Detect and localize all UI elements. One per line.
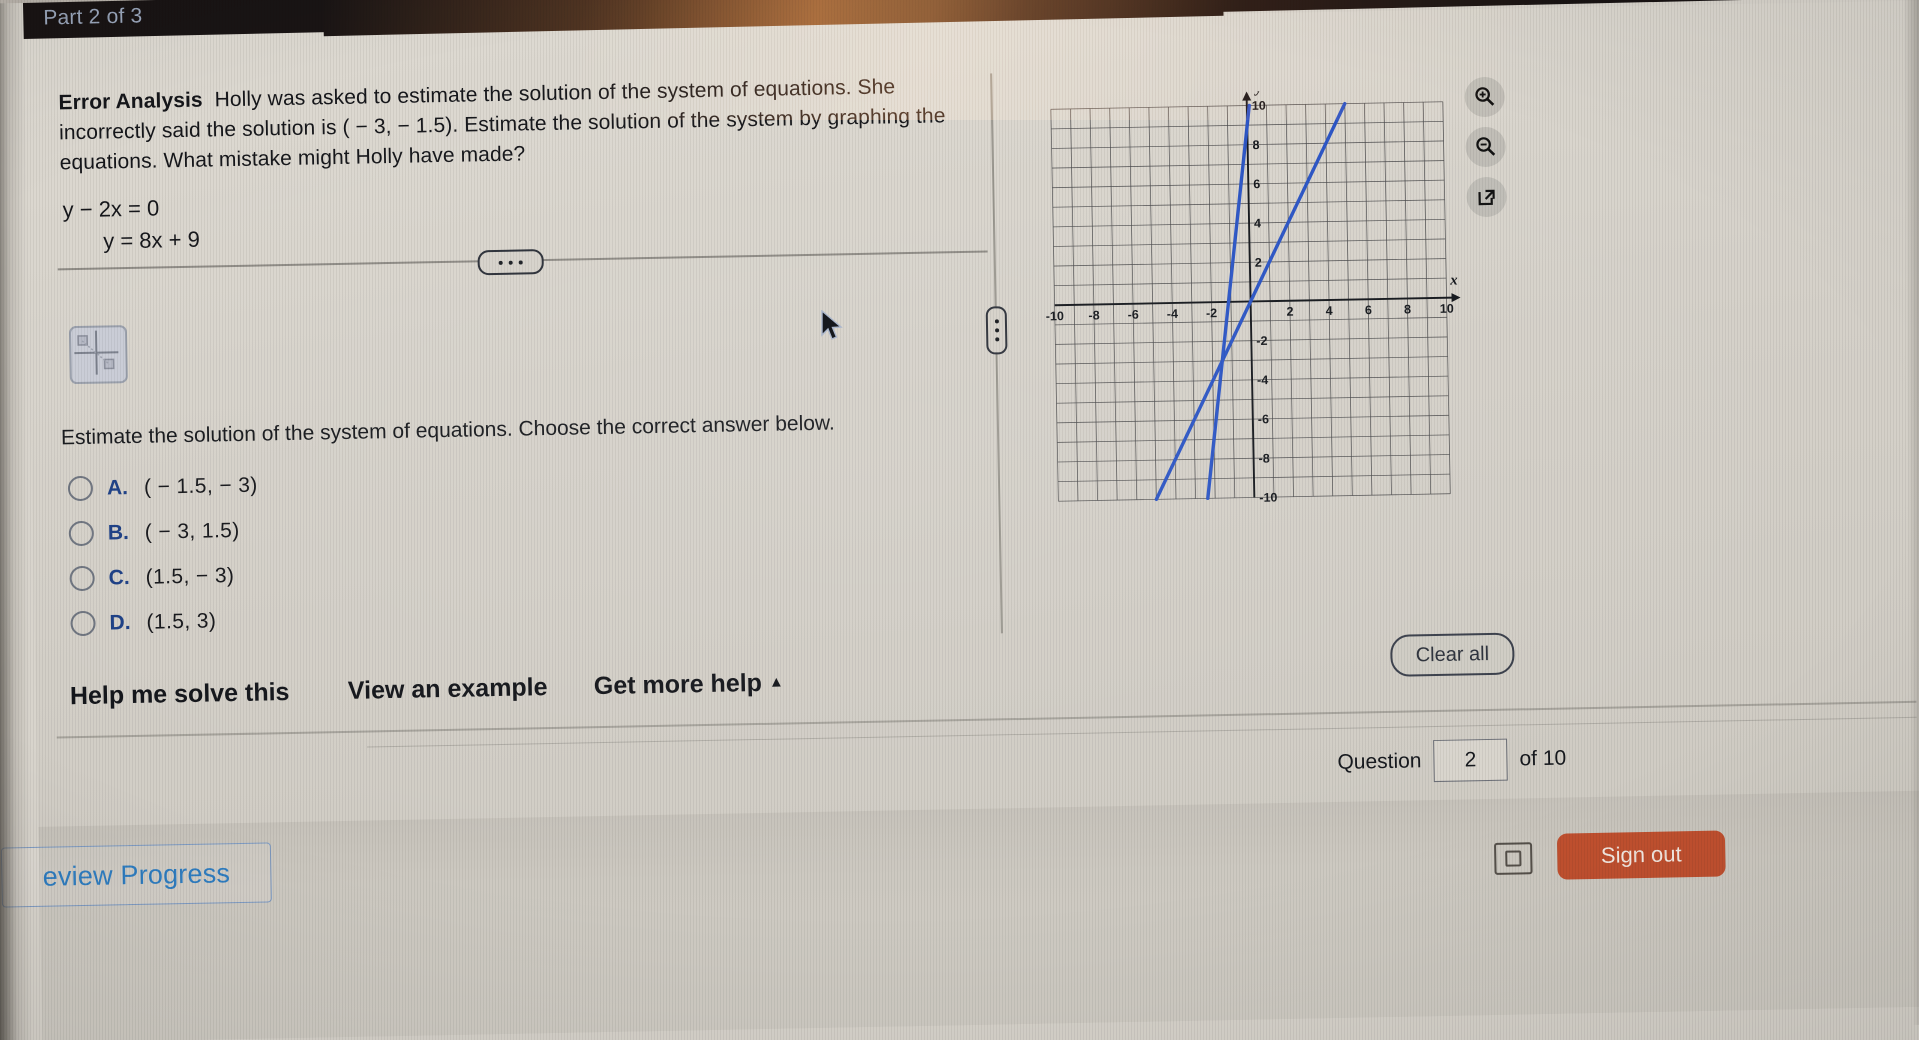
more-options-dots[interactable] bbox=[477, 249, 544, 276]
question-total: of 10 bbox=[1519, 746, 1567, 771]
radio-button-b[interactable] bbox=[68, 520, 95, 547]
graph-icon-svg bbox=[72, 329, 120, 377]
zoom-out-icon[interactable] bbox=[1465, 126, 1507, 168]
problem-label: Error Analysis bbox=[58, 88, 203, 115]
graph-panel: -10 -8 -6 -4 -2 2 4 6 8 10 10 8 6 4 2 -2 -4 -6 -8 -10 y x bbox=[1024, 79, 1503, 538]
x-axis-label: x bbox=[1449, 273, 1458, 289]
y-axis-label: y bbox=[1253, 88, 1262, 97]
problem-statement: Error Analysis Holly was asked to estima… bbox=[58, 70, 991, 258]
x-axis bbox=[1054, 296, 1459, 307]
y-tick-label: 2 bbox=[1255, 256, 1262, 270]
get-more-help-link[interactable]: Get more help ▲ bbox=[594, 669, 784, 702]
option-a-value: ( − 1.5, − 3) bbox=[143, 473, 258, 499]
footer-rule bbox=[56, 700, 1917, 739]
y-tick-label: -4 bbox=[1257, 373, 1268, 387]
y-tick-label: -2 bbox=[1256, 334, 1267, 348]
answer-prompt: Estimate the solution of the system of e… bbox=[60, 411, 835, 450]
option-b[interactable]: B. ( − 3, 1.5) bbox=[68, 518, 240, 547]
view-an-example-link[interactable]: View an example bbox=[348, 673, 548, 706]
y-tick-label: 8 bbox=[1252, 138, 1259, 152]
option-c[interactable]: C. (1.5, − 3) bbox=[69, 563, 235, 592]
radio-button-d[interactable] bbox=[70, 610, 96, 637]
monitor-screen: Part 2 of 3 Nov 1 Error Analysis Holly w… bbox=[0, 0, 1919, 1040]
question-word: Question bbox=[1337, 749, 1422, 774]
question-number-field[interactable]: 2 bbox=[1433, 738, 1508, 783]
question-counter: Question 2 of 10 bbox=[1337, 738, 1567, 784]
expand-glyph bbox=[1478, 189, 1495, 206]
open-external-icon[interactable] bbox=[1466, 176, 1508, 218]
option-c-value: (1.5, − 3) bbox=[145, 563, 235, 589]
dot bbox=[498, 260, 503, 265]
option-a[interactable]: A. ( − 1.5, − 3) bbox=[67, 473, 258, 502]
option-d[interactable]: D. (1.5, 3) bbox=[70, 608, 217, 637]
x-tick-label: 4 bbox=[1326, 304, 1333, 318]
four-quadrant-graph-icon[interactable] bbox=[68, 325, 128, 385]
vertical-drag-handle[interactable] bbox=[985, 306, 1008, 355]
x-tick-label: 6 bbox=[1365, 303, 1372, 317]
option-d-value: (1.5, 3) bbox=[146, 608, 217, 634]
dot bbox=[518, 259, 523, 265]
x-tick-label: -8 bbox=[1088, 308, 1099, 322]
option-b-value: ( − 3, 1.5) bbox=[144, 518, 240, 544]
x-tick-label: -2 bbox=[1206, 306, 1217, 320]
get-more-help-label: Get more help bbox=[593, 668, 763, 701]
y-tick-label: 10 bbox=[1252, 99, 1266, 113]
y-tick-label: -6 bbox=[1258, 412, 1269, 426]
dot bbox=[994, 337, 999, 342]
x-tick-label: -4 bbox=[1167, 307, 1178, 321]
screenshot-icon[interactable] bbox=[1494, 842, 1533, 875]
radio-button-c[interactable] bbox=[69, 565, 95, 592]
caret-up-icon: ▲ bbox=[768, 673, 784, 691]
x-tick-label: 2 bbox=[1286, 305, 1293, 319]
zoom-out-glyph bbox=[1476, 137, 1496, 156]
y-tick-label: 4 bbox=[1254, 216, 1261, 230]
option-a-letter: A. bbox=[106, 475, 129, 499]
option-c-letter: C. bbox=[108, 565, 130, 589]
coordinate-plane[interactable]: -10 -8 -6 -4 -2 2 4 6 8 10 10 8 6 4 2 -2 -4 -6 -8 -10 y x bbox=[1037, 88, 1465, 516]
option-b-letter: B. bbox=[107, 520, 130, 544]
sign-out-button[interactable]: Sign out bbox=[1556, 830, 1726, 880]
footer-rule-2 bbox=[366, 716, 1917, 748]
y-tick-label: -10 bbox=[1259, 491, 1277, 505]
x-tick-label: 10 bbox=[1440, 302, 1454, 316]
zoom-in-glyph bbox=[1475, 87, 1495, 106]
x-tick-label: 8 bbox=[1404, 302, 1411, 316]
review-progress-button[interactable]: eview Progress bbox=[0, 842, 272, 908]
bottom-toolbar: eview Progress Sign out bbox=[0, 790, 1919, 1040]
clear-all-button[interactable]: Clear all bbox=[1390, 632, 1515, 677]
help-me-solve-this-link[interactable]: Help me solve this bbox=[70, 678, 290, 711]
problem-text: Error Analysis Holly was asked to estima… bbox=[58, 70, 990, 178]
zoom-in-icon[interactable] bbox=[1464, 76, 1506, 118]
y-tick-label: 6 bbox=[1253, 177, 1260, 191]
x-tick-label: -6 bbox=[1128, 308, 1139, 322]
part-label: Part 2 of 3 bbox=[43, 4, 143, 30]
option-d-letter: D. bbox=[109, 610, 131, 634]
mouse-cursor bbox=[820, 309, 846, 349]
dot bbox=[994, 319, 999, 324]
photographed-screen: Part 2 of 3 Nov 1 Error Analysis Holly w… bbox=[0, 0, 1919, 1040]
x-tick-label: -10 bbox=[1046, 309, 1064, 323]
y-tick-label: -8 bbox=[1258, 451, 1269, 465]
y-axis-arrow bbox=[1242, 91, 1252, 101]
cursor-arrow-icon bbox=[821, 309, 843, 340]
dot bbox=[508, 260, 513, 265]
radio-button-a[interactable] bbox=[67, 475, 94, 502]
dot bbox=[994, 328, 999, 333]
content-area: Error Analysis Holly was asked to estima… bbox=[0, 0, 1919, 1040]
